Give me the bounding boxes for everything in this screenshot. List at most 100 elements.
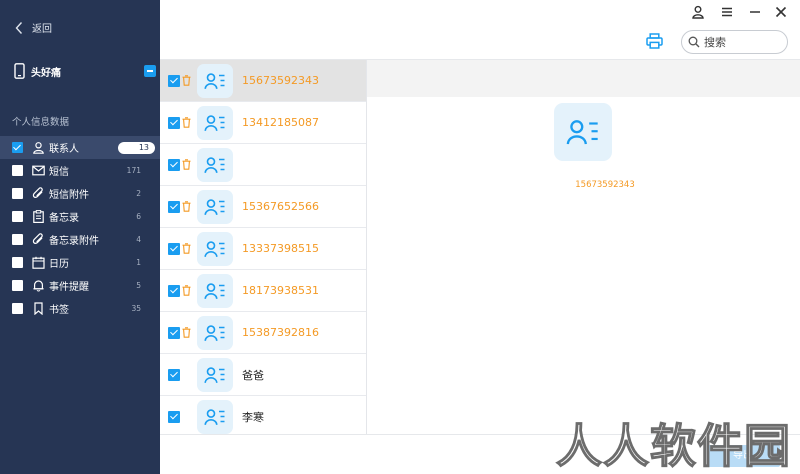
search-input[interactable] — [704, 35, 779, 49]
contact-label: 15673592343 — [242, 74, 319, 87]
sidebar-item-contacts[interactable]: 联系人 13 — [0, 136, 160, 159]
contact-row[interactable]: 15673592343 — [160, 60, 366, 102]
contact-card-icon — [204, 114, 225, 131]
menu-icon[interactable] — [720, 5, 734, 19]
sidebar-item-sms-attachments[interactable]: 短信附件 2 — [0, 182, 160, 205]
back-label: 返回 — [32, 24, 52, 35]
contact-label: 13412185087 — [242, 116, 319, 129]
checkbox[interactable] — [168, 116, 180, 129]
contact-row[interactable]: 13412185087 — [160, 102, 366, 144]
contact-card-icon — [204, 198, 225, 215]
contact-card-icon — [204, 324, 225, 341]
sidebar-item-notes[interactable]: 备忘录 6 — [0, 205, 160, 228]
sidebar-item-reminders[interactable]: 事件提醒 5 — [0, 274, 160, 297]
checkbox[interactable] — [168, 200, 180, 213]
item-count: 5 — [136, 281, 141, 290]
minimize-icon[interactable] — [748, 5, 762, 19]
checkbox[interactable] — [12, 211, 23, 222]
contact-label: 15387392816 — [242, 326, 319, 339]
contact-label: 18173938531 — [242, 284, 319, 297]
checkbox[interactable] — [12, 165, 23, 176]
sidebar-item-label: 日历 — [49, 259, 69, 270]
checkbox[interactable] — [168, 284, 180, 297]
search-icon — [688, 36, 700, 48]
paperclip-icon — [32, 233, 43, 244]
contact-row[interactable]: 18173938531 — [160, 270, 366, 312]
sidebar-item-label: 短信 — [49, 167, 69, 178]
checkbox[interactable] — [12, 303, 23, 314]
back-button[interactable]: 返回 — [14, 20, 52, 35]
sidebar-item-calendar[interactable]: 日历 1 — [0, 251, 160, 274]
trash-icon[interactable] — [182, 75, 191, 86]
checkbox[interactable] — [168, 158, 180, 171]
checkbox[interactable] — [12, 280, 23, 291]
contact-row[interactable]: 15387392816 — [160, 312, 366, 354]
contact-row[interactable]: 爸爸 — [160, 354, 366, 396]
checkbox[interactable] — [12, 142, 23, 153]
contact-avatar — [197, 105, 233, 140]
search-box[interactable] — [681, 30, 788, 54]
contact-card-icon — [204, 240, 225, 257]
contact-avatar — [197, 399, 233, 434]
contact-label: 爸爸 — [242, 368, 264, 382]
detail-header-band — [367, 60, 800, 97]
sidebar-item-note-attachments[interactable]: 备忘录附件 4 — [0, 228, 160, 251]
export-button[interactable]: 导出 — [706, 445, 780, 467]
contact-avatar — [197, 231, 233, 266]
trash-icon[interactable] — [182, 159, 191, 170]
contact-avatar — [197, 189, 233, 224]
detail-avatar — [554, 103, 612, 161]
contact-label: 13337398515 — [242, 242, 319, 255]
person-icon — [33, 142, 44, 154]
sidebar-item-sms[interactable]: 短信 171 — [0, 159, 160, 182]
checkbox[interactable] — [12, 234, 23, 245]
contact-list: 15673592343 13412185087 15367652566 1333… — [160, 60, 367, 434]
checkbox[interactable] — [12, 257, 23, 268]
trash-icon[interactable] — [182, 243, 191, 254]
contact-label: 李寒 — [242, 410, 264, 424]
sidebar-item-label: 事件提醒 — [49, 282, 89, 293]
trash-icon[interactable] — [182, 201, 191, 212]
device-name: 头好痛 — [31, 67, 61, 79]
user-icon[interactable] — [691, 5, 705, 19]
contact-card-icon — [204, 72, 225, 89]
item-count: 6 — [136, 212, 141, 221]
checkbox[interactable] — [168, 326, 180, 339]
checkbox[interactable] — [168, 242, 180, 255]
item-count: 35 — [131, 304, 141, 313]
contact-card-icon — [204, 366, 225, 383]
data-category-list: 联系人 13 短信 171 短信附件 2 备忘录 6 备忘录附件 4 日历 1 … — [0, 136, 160, 320]
envelope-icon — [32, 165, 45, 176]
sidebar-item-bookmarks[interactable]: 书签 35 — [0, 297, 160, 320]
item-count: 2 — [136, 189, 141, 198]
contact-card-icon — [204, 156, 225, 173]
chevron-left-icon — [15, 21, 23, 34]
footer-divider — [160, 434, 800, 435]
collapse-device-button[interactable] — [144, 65, 156, 77]
item-count: 4 — [136, 235, 141, 244]
device-header: 头好痛 — [14, 63, 156, 79]
checkbox[interactable] — [12, 188, 23, 199]
contact-avatar — [197, 273, 233, 308]
clipboard-icon — [33, 210, 44, 223]
contact-row[interactable]: 15367652566 — [160, 186, 366, 228]
sidebar-item-label: 备忘录附件 — [49, 236, 99, 247]
checkbox[interactable] — [168, 74, 180, 87]
item-count: 171 — [126, 166, 141, 175]
trash-icon[interactable] — [182, 327, 191, 338]
calendar-icon — [32, 256, 45, 269]
contact-card-icon — [566, 120, 598, 145]
printer-icon[interactable] — [646, 33, 663, 49]
checkbox[interactable] — [168, 410, 180, 423]
sidebar-item-label: 备忘录 — [49, 213, 79, 224]
checkbox[interactable] — [168, 368, 180, 381]
close-icon[interactable] — [774, 5, 788, 19]
trash-icon[interactable] — [182, 285, 191, 296]
contact-row[interactable]: 13337398515 — [160, 228, 366, 270]
contact-avatar — [197, 315, 233, 350]
contact-row[interactable]: 李寒 — [160, 396, 366, 434]
contact-row[interactable] — [160, 144, 366, 186]
contact-avatar — [197, 147, 233, 182]
sidebar-item-label: 联系人 — [49, 144, 79, 155]
trash-icon[interactable] — [182, 117, 191, 128]
